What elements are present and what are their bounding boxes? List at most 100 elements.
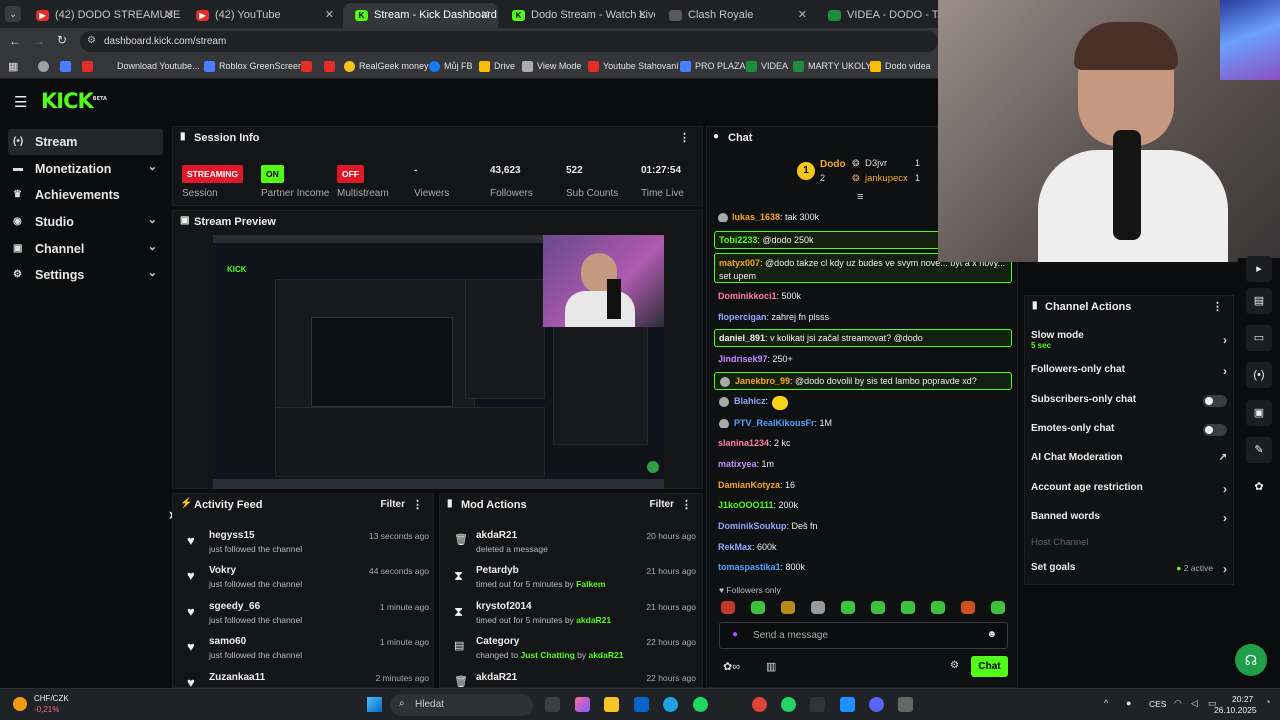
- tab-clash-royale[interactable]: Clash Royale ✕: [657, 3, 815, 28]
- bookmark-view-mode[interactable]: View Mode: [522, 61, 581, 72]
- microphone-icon[interactable]: ●: [1126, 698, 1131, 708]
- support-button[interactable]: ☊: [1235, 644, 1267, 676]
- site-info-icon[interactable]: ⚙: [87, 35, 96, 46]
- more-icon[interactable]: ⋮: [412, 498, 423, 511]
- weather-icon[interactable]: [13, 697, 27, 711]
- activity-filter-button[interactable]: Filter: [381, 499, 405, 510]
- tab-youtube[interactable]: ▶ (42) YouTube ✕: [184, 3, 342, 28]
- quick-action-button[interactable]: ✿: [1246, 474, 1272, 500]
- quick-action-button[interactable]: ▤: [1246, 288, 1272, 314]
- tab-kick-dashboard[interactable]: K Stream - Kick Dashboard ✕: [343, 3, 498, 28]
- kick-logo[interactable]: KICKBETA: [41, 89, 107, 113]
- chevron-up-icon[interactable]: ^: [1104, 698, 1108, 708]
- forward-icon[interactable]: →: [33, 34, 45, 48]
- emote-icon[interactable]: [751, 601, 765, 614]
- sidebar-item-stream[interactable]: (•) Stream: [8, 129, 163, 155]
- list-item[interactable]: ♥ Zuzankaa11 2 minutes ago: [179, 672, 429, 687]
- list-item[interactable]: ♥ samo60 just followed the channel 1 minute…: [179, 636, 429, 668]
- clock-time[interactable]: 20:27: [1232, 694, 1253, 704]
- discord-icon[interactable]: [869, 697, 884, 712]
- more-icon[interactable]: ⋮: [1212, 300, 1223, 313]
- channel-action-emotes-only[interactable]: Emotes-only chat: [1031, 423, 1227, 443]
- youtube-icon[interactable]: [301, 61, 312, 72]
- emote-icon[interactable]: [871, 601, 885, 614]
- emote-icon[interactable]: [811, 601, 825, 614]
- chrome-icon[interactable]: [752, 697, 767, 712]
- leader-second[interactable]: D3jvr: [865, 158, 887, 169]
- youtube-icon[interactable]: [82, 61, 93, 72]
- channel-action-slow-mode[interactable]: Slow mode 5 sec ›: [1031, 330, 1227, 350]
- emote-icon[interactable]: [991, 601, 1005, 614]
- list-item[interactable]: ▤ Category changed to Just Chatting by akd…: [446, 636, 696, 668]
- quick-action-button[interactable]: ▸: [1246, 256, 1272, 282]
- sidebar-item-monetization[interactable]: ▬ Monetization ⌄: [8, 156, 163, 182]
- reload-icon[interactable]: ↻: [57, 33, 67, 47]
- sidebar-item-studio[interactable]: ◉ Studio ⌄: [8, 209, 163, 235]
- bookmark-marty-ukoly[interactable]: MARTY UKOLY: [793, 61, 872, 72]
- tab-search-icon[interactable]: ⌄: [5, 6, 21, 22]
- quick-action-button[interactable]: ▣: [1246, 400, 1272, 426]
- leader-third[interactable]: jankupecx: [865, 173, 908, 184]
- language-indicator[interactable]: CES: [1149, 699, 1166, 709]
- close-icon[interactable]: ✕: [165, 8, 174, 21]
- list-item[interactable]: ⧗ krystof2014 timed out for 5 minutes by a…: [446, 601, 696, 633]
- list-item[interactable]: ♥ Vokry just followed the channel 44 second…: [179, 565, 429, 597]
- sidebar-item-achievements[interactable]: ♛ Achievements: [8, 182, 163, 208]
- taskbar-search[interactable]: ⌕ Hledat: [390, 694, 533, 716]
- url-field[interactable]: ⚙ dashboard.kick.com/stream: [80, 31, 938, 52]
- emote-icon[interactable]: [781, 601, 795, 614]
- capcut-icon[interactable]: [722, 697, 737, 712]
- emote-icon[interactable]: [721, 601, 735, 614]
- toggle-switch[interactable]: [1203, 395, 1227, 407]
- points-icon[interactable]: ✿∞: [723, 660, 740, 673]
- bookmark-dodo-videa[interactable]: Dodo videa: [870, 61, 931, 72]
- bookmark-download-youtube[interactable]: Download Youtube...: [102, 61, 200, 71]
- task-view-icon[interactable]: [545, 697, 560, 712]
- list-item[interactable]: ⧗ Petardyb timed out for 5 minutes by Falk…: [446, 565, 696, 597]
- tab-sheets[interactable]: VIDEA - DODO - Tabulky Go: [816, 3, 941, 28]
- windows-start-icon[interactable]: [367, 697, 382, 712]
- more-icon[interactable]: ⋮: [681, 498, 692, 511]
- chat-input[interactable]: ● Send a message ☻: [719, 622, 1008, 649]
- copilot-icon[interactable]: [575, 697, 590, 712]
- emoji-icon[interactable]: ☻: [986, 629, 997, 640]
- bookmark-icon[interactable]: [38, 61, 49, 72]
- bookmark-realgeek[interactable]: RealGeek money: [344, 61, 429, 72]
- tab-youtube-stream[interactable]: ▶(42) DODO STREAMUJE - YouTube✕: [24, 3, 182, 28]
- quick-action-button[interactable]: (•): [1246, 362, 1272, 388]
- quick-action-button[interactable]: ✎: [1246, 437, 1272, 463]
- sidebar-item-channel[interactable]: ▣ Channel ⌄: [8, 236, 163, 262]
- list-item[interactable]: 🗑 akdaR21 22 hours ago: [446, 672, 696, 687]
- whatsapp-icon[interactable]: [781, 697, 796, 712]
- more-icon[interactable]: ⋮: [679, 131, 690, 144]
- sidebar-item-settings[interactable]: ⚙ Settings ⌄: [8, 262, 163, 288]
- list-item[interactable]: ♥ hegyss15 just followed the channel 13 sec…: [179, 530, 429, 562]
- notification-icon[interactable]: ◔: [1265, 697, 1270, 707]
- edge-icon[interactable]: [663, 697, 678, 712]
- bookmark-icon[interactable]: [60, 61, 71, 72]
- currency-label[interactable]: CHF/CZK: [34, 694, 69, 703]
- quick-action-button[interactable]: ▭: [1246, 325, 1272, 351]
- tab-kick-watch[interactable]: KDodo Stream - Watch Live on Kick✕: [500, 3, 655, 28]
- emote-icon[interactable]: [841, 601, 855, 614]
- bookmark-drive[interactable]: Drive: [479, 61, 515, 72]
- bookmark-youtube-stahovani[interactable]: Youtube Stahovaní: [588, 61, 679, 72]
- bookmark-videa[interactable]: VIDEA: [746, 61, 788, 72]
- spotify-icon[interactable]: [693, 697, 708, 712]
- wifi-icon[interactable]: ◠: [1174, 698, 1182, 709]
- gear-icon[interactable]: ⚙: [950, 660, 959, 671]
- menu-icon[interactable]: ☰: [14, 93, 27, 111]
- emote-icon[interactable]: [961, 601, 975, 614]
- back-icon[interactable]: ←: [9, 34, 21, 48]
- list-item[interactable]: ♥ sgeedy_66 just followed the channel 1 min…: [179, 601, 429, 633]
- mod-filter-button[interactable]: Filter: [650, 499, 674, 510]
- channel-action-set-goals[interactable]: Set goals ● 2 active ›: [1031, 562, 1227, 582]
- collapse-icon[interactable]: ≡: [857, 191, 863, 203]
- stream-video[interactable]: KICK: [213, 235, 664, 489]
- channel-action-account-age[interactable]: Account age restriction ›: [1031, 482, 1227, 502]
- epic-games-icon[interactable]: [810, 697, 825, 712]
- volume-icon[interactable]: ◁: [1191, 698, 1198, 709]
- bookmark-roblox-greenscreen[interactable]: Roblox GreenScreen: [204, 61, 303, 72]
- apps-icon[interactable]: ▦: [8, 60, 18, 73]
- toggle-switch[interactable]: [1203, 424, 1227, 436]
